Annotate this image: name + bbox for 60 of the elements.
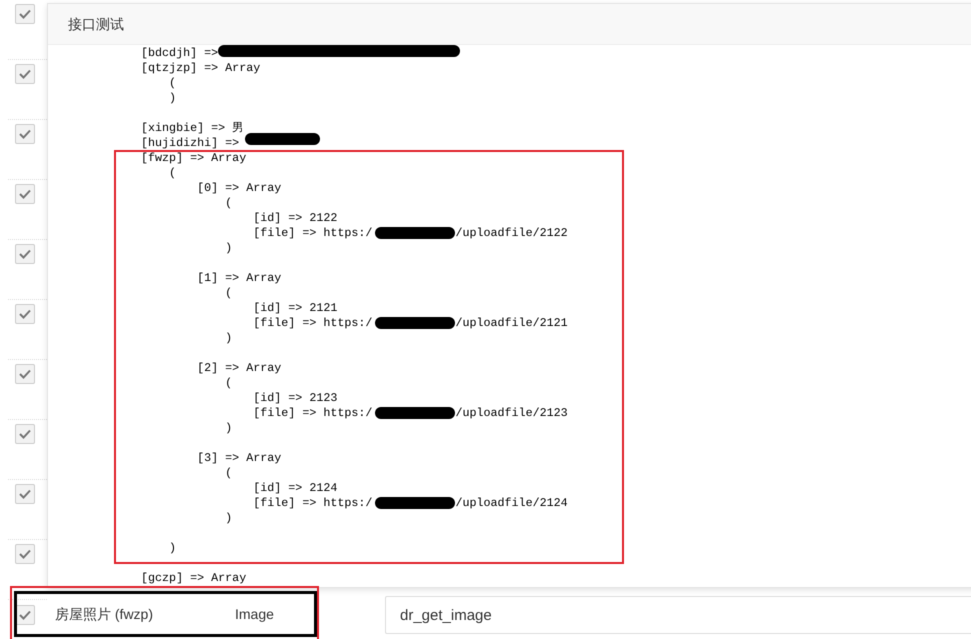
check-icon bbox=[19, 369, 31, 379]
output-text: /uploadfile/2121 bbox=[455, 316, 568, 331]
output-line: ( bbox=[168, 76, 176, 91]
output-line: ( bbox=[224, 196, 232, 211]
check-icon bbox=[19, 489, 31, 499]
output-line: [0] => Array bbox=[196, 181, 282, 196]
output-line: [fwzp] => Array bbox=[141, 151, 246, 166]
output-line: ( bbox=[224, 286, 232, 301]
output-line: [id] => 2121 bbox=[252, 301, 338, 316]
checkbox[interactable] bbox=[15, 64, 35, 84]
output-line: ) bbox=[224, 511, 232, 526]
output-line: ) bbox=[168, 541, 176, 556]
output-line: [id] => 2122 bbox=[252, 211, 338, 226]
checkbox[interactable] bbox=[15, 605, 35, 625]
output-text: /uploadfile/2124 bbox=[455, 496, 568, 511]
output-line: ) bbox=[224, 421, 232, 436]
check-icon bbox=[19, 129, 31, 139]
field-label: 房屋照片 (fwzp) bbox=[55, 605, 154, 624]
output-line: ( bbox=[224, 376, 232, 391]
check-icon bbox=[19, 549, 31, 559]
output-line: [id] => 2123 bbox=[252, 391, 338, 406]
output-line: [id] => 2124 bbox=[252, 481, 338, 496]
check-icon bbox=[19, 9, 31, 19]
checkbox[interactable] bbox=[15, 544, 35, 564]
dialog-title: 接口测试 bbox=[68, 14, 124, 34]
check-icon bbox=[19, 309, 31, 319]
output-line: ( bbox=[168, 166, 176, 181]
check-icon bbox=[19, 189, 31, 199]
check-icon bbox=[19, 429, 31, 439]
output-line: [file] => https:/ bbox=[252, 406, 372, 421]
output-line: [file] => https:/ bbox=[252, 226, 372, 241]
checkbox[interactable] bbox=[15, 364, 35, 384]
output-line: ( bbox=[224, 466, 232, 481]
output-line: ) bbox=[224, 331, 232, 346]
output-line: [2] => Array bbox=[196, 361, 282, 376]
checkbox[interactable] bbox=[15, 424, 35, 444]
output-line: [xingbie] => 男 bbox=[141, 121, 244, 136]
check-icon bbox=[19, 610, 31, 620]
checkbox[interactable] bbox=[15, 484, 35, 504]
output-line: [bdcdjh] => bbox=[141, 46, 218, 61]
output-line: [3] => Array bbox=[196, 451, 282, 466]
checkbox[interactable] bbox=[15, 184, 35, 204]
check-icon bbox=[19, 249, 31, 259]
checkbox[interactable] bbox=[15, 4, 35, 24]
check-icon bbox=[19, 69, 31, 79]
checkbox[interactable] bbox=[15, 124, 35, 144]
field-type: Image bbox=[235, 605, 274, 624]
output-line: [file] => https:/ bbox=[252, 496, 372, 511]
output-text: /uploadfile/2123 bbox=[455, 406, 568, 421]
output-line: ) bbox=[224, 241, 232, 256]
checkbox[interactable] bbox=[15, 244, 35, 264]
input-field[interactable]: dr_get_image bbox=[385, 596, 971, 634]
output-line: [1] => Array bbox=[196, 271, 282, 286]
checkbox[interactable] bbox=[15, 304, 35, 324]
output-line: ) bbox=[168, 91, 176, 106]
output-line: [qtzjzp] => Array bbox=[141, 61, 260, 76]
output-line: [hujidizhi] => bbox=[141, 136, 240, 151]
output-line: [gczp] => Array bbox=[141, 571, 246, 586]
output-text: /uploadfile/2122 bbox=[455, 226, 568, 241]
output-line: [file] => https:/ bbox=[252, 316, 372, 331]
